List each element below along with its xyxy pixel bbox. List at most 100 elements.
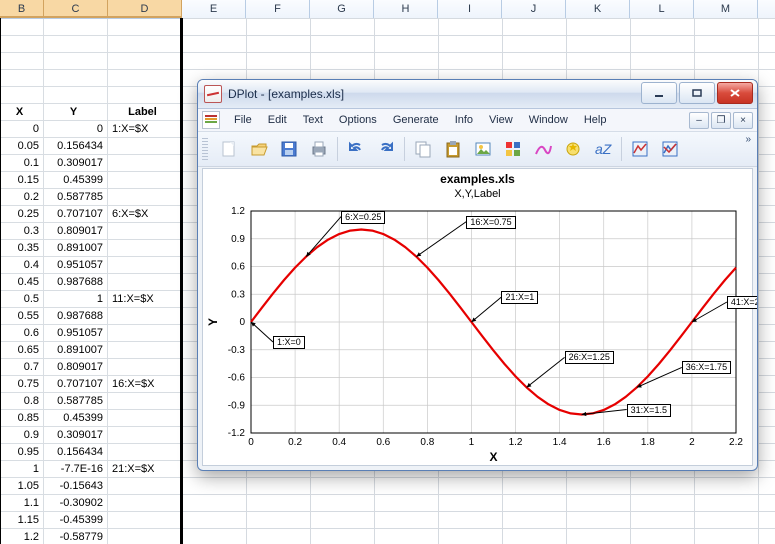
cell[interactable] — [108, 393, 182, 410]
cell[interactable]: 0.75 — [0, 376, 44, 393]
cell[interactable]: 0.156434 — [44, 138, 108, 155]
column-header-M[interactable]: M — [694, 0, 758, 18]
cell[interactable] — [108, 325, 182, 342]
chart-point-label[interactable]: 16:X=0.75 — [466, 216, 515, 229]
mode-a-icon[interactable] — [625, 135, 655, 163]
column-header-K[interactable]: K — [566, 0, 630, 18]
cell[interactable] — [108, 478, 182, 495]
cell[interactable]: 0.55 — [0, 308, 44, 325]
menu-edit[interactable]: Edit — [260, 112, 295, 128]
mode-b-icon[interactable] — [655, 135, 685, 163]
print-icon[interactable] — [304, 135, 334, 163]
cell[interactable]: 0.587785 — [44, 189, 108, 206]
cell[interactable] — [108, 342, 182, 359]
chart-point-label[interactable]: 6:X=0.25 — [341, 211, 385, 224]
cell[interactable]: 0.587785 — [44, 393, 108, 410]
cell[interactable] — [108, 189, 182, 206]
cell[interactable]: 21:X=$X — [108, 461, 182, 478]
cell[interactable]: 0.65 — [0, 342, 44, 359]
cell[interactable]: 0.35 — [0, 240, 44, 257]
menu-view[interactable]: View — [481, 112, 521, 128]
cell[interactable] — [108, 36, 182, 53]
menu-help[interactable]: Help — [576, 112, 615, 128]
chart-point-label[interactable]: 31:X=1.5 — [627, 404, 671, 417]
close-button[interactable] — [717, 82, 753, 104]
paste-icon[interactable] — [438, 135, 468, 163]
cell[interactable] — [0, 19, 44, 36]
cell[interactable] — [108, 308, 182, 325]
cell[interactable]: 0.45399 — [44, 410, 108, 427]
cell[interactable]: 0.707107 — [44, 376, 108, 393]
cell[interactable] — [108, 257, 182, 274]
cell[interactable] — [0, 53, 44, 70]
menu-info[interactable]: Info — [447, 112, 481, 128]
mdi-restore-button[interactable]: ❐ — [711, 112, 731, 129]
cell[interactable] — [108, 529, 182, 544]
cell[interactable] — [0, 36, 44, 53]
cell[interactable]: 0.3 — [0, 223, 44, 240]
chart-point-label[interactable]: 36:X=1.75 — [682, 361, 731, 374]
column-header-H[interactable]: H — [374, 0, 438, 18]
column-header-E[interactable]: E — [182, 0, 246, 18]
colors-icon[interactable] — [498, 135, 528, 163]
cell[interactable]: 0.8 — [0, 393, 44, 410]
cell[interactable]: 0.309017 — [44, 427, 108, 444]
cell[interactable] — [108, 138, 182, 155]
cell[interactable] — [108, 87, 182, 104]
cell[interactable]: 6:X=$X — [108, 206, 182, 223]
copy-icon[interactable] — [408, 135, 438, 163]
cell[interactable] — [108, 427, 182, 444]
cell[interactable]: 0.951057 — [44, 325, 108, 342]
column-header-G[interactable]: G — [310, 0, 374, 18]
new-icon[interactable] — [214, 135, 244, 163]
menu-generate[interactable]: Generate — [385, 112, 447, 128]
cell[interactable]: -0.30902 — [44, 495, 108, 512]
cell[interactable]: 1.2 — [0, 529, 44, 544]
column-header-B[interactable]: B — [0, 0, 44, 18]
chart-point-label[interactable]: 26:X=1.25 — [565, 351, 614, 364]
cell[interactable] — [44, 36, 108, 53]
column-header-D[interactable]: D — [108, 0, 182, 18]
chart-client-area[interactable]: examples.xlsX,Y,Label00.20.40.60.811.21.… — [202, 168, 753, 466]
cell[interactable]: 0.156434 — [44, 444, 108, 461]
chart-point-label[interactable]: 1:X=0 — [273, 336, 305, 349]
cell[interactable]: 1:X=$X — [108, 121, 182, 138]
chart-point-label[interactable]: 41:X=2 — [727, 296, 758, 309]
menu-window[interactable]: Window — [521, 112, 576, 128]
cell[interactable] — [108, 223, 182, 240]
cell[interactable]: 0.95 — [0, 444, 44, 461]
cell[interactable]: Y — [44, 104, 108, 121]
redo-icon[interactable] — [371, 135, 401, 163]
cell[interactable]: 0.1 — [0, 155, 44, 172]
wizard-icon[interactable] — [558, 135, 588, 163]
cell[interactable] — [108, 19, 182, 36]
cell[interactable]: 0 — [44, 121, 108, 138]
cell[interactable] — [108, 155, 182, 172]
cell[interactable] — [108, 444, 182, 461]
cell[interactable]: 0.987688 — [44, 308, 108, 325]
cell[interactable]: 0.05 — [0, 138, 44, 155]
cell[interactable] — [0, 70, 44, 87]
cell[interactable]: 0.309017 — [44, 155, 108, 172]
cell[interactable] — [108, 410, 182, 427]
cell[interactable]: 16:X=$X — [108, 376, 182, 393]
toolbar-grip-icon[interactable] — [202, 138, 208, 160]
cell[interactable] — [0, 87, 44, 104]
save-icon[interactable] — [274, 135, 304, 163]
cell[interactable]: 0.809017 — [44, 223, 108, 240]
cell[interactable]: 11:X=$X — [108, 291, 182, 308]
chart-point-label[interactable]: 21:X=1 — [501, 291, 538, 304]
document-icon[interactable] — [202, 111, 220, 129]
cell[interactable]: -0.45399 — [44, 512, 108, 529]
cell[interactable]: 0.891007 — [44, 342, 108, 359]
column-header-F[interactable]: F — [246, 0, 310, 18]
cell[interactable]: 0.25 — [0, 206, 44, 223]
menu-file[interactable]: File — [226, 112, 260, 128]
cell[interactable]: Label — [108, 104, 182, 121]
cell[interactable]: 0.809017 — [44, 359, 108, 376]
menu-options[interactable]: Options — [331, 112, 385, 128]
cell[interactable]: 1 — [44, 291, 108, 308]
cell[interactable]: 1.05 — [0, 478, 44, 495]
cell[interactable]: X — [0, 104, 44, 121]
cell[interactable] — [108, 172, 182, 189]
